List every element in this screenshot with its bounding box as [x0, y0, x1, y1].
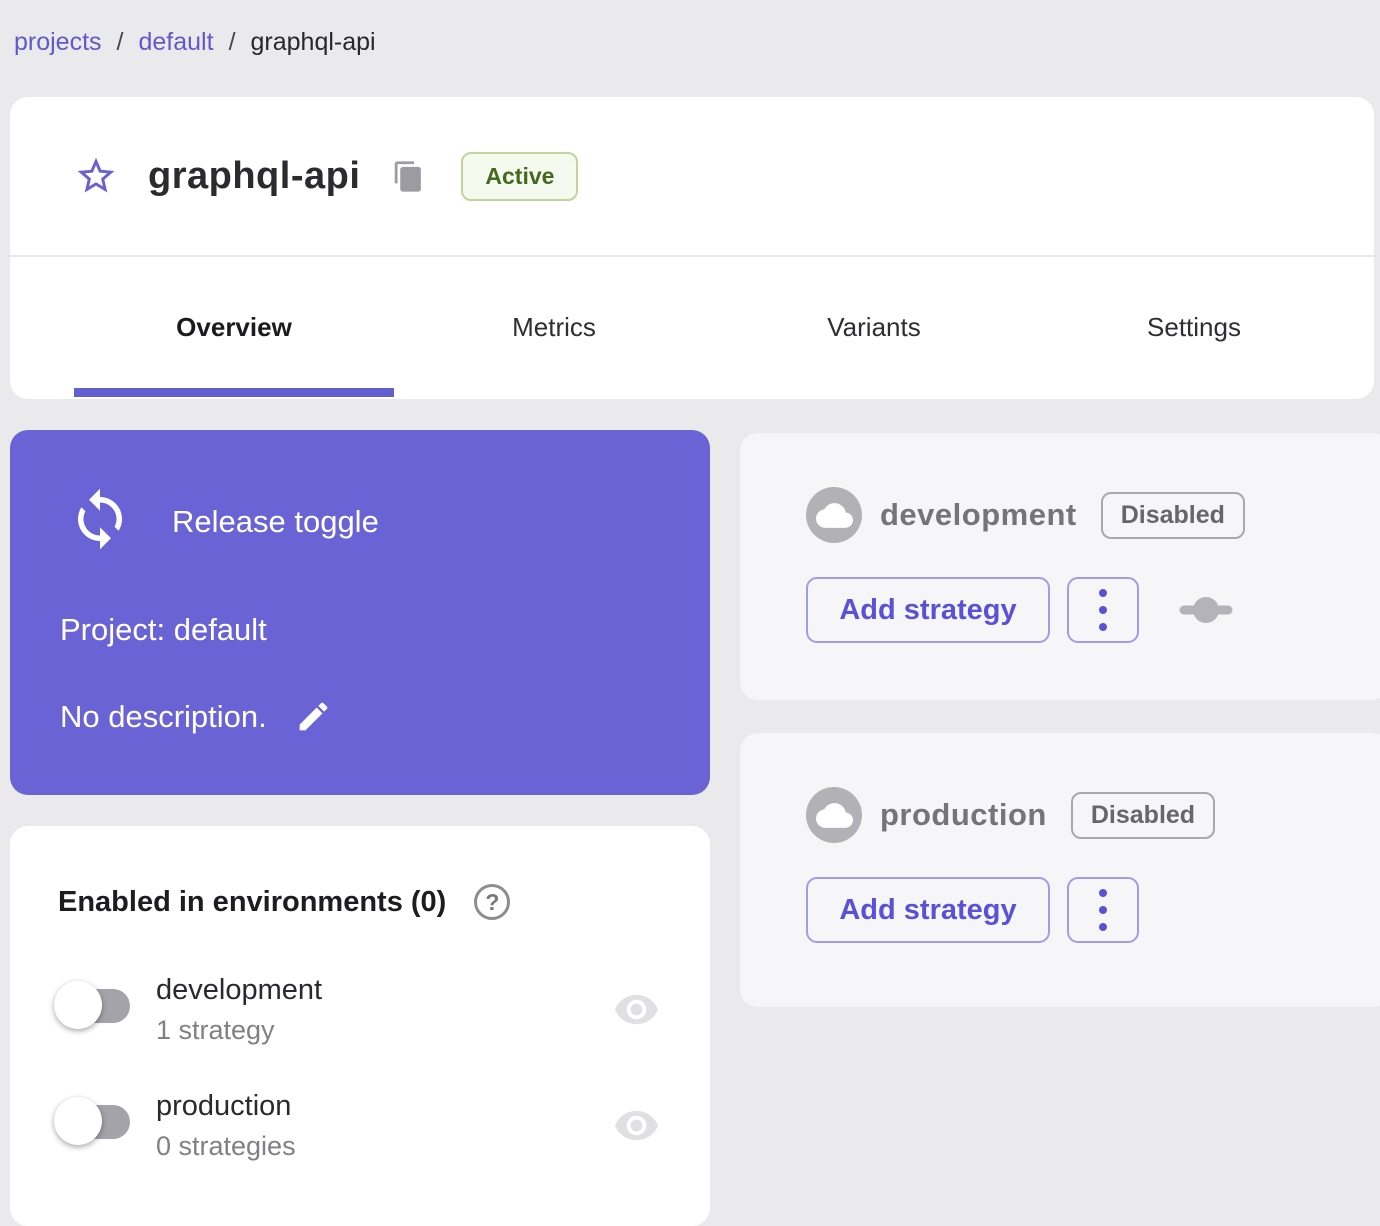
star-icon [74, 154, 118, 198]
active-tab-indicator [74, 388, 394, 397]
status-badge: Active [461, 151, 579, 201]
tab-settings[interactable]: Settings [1034, 257, 1354, 397]
environment-toggle-row-production: production 0 strategies [10, 1090, 710, 1162]
pencil-icon [295, 698, 332, 735]
add-strategy-button-development[interactable]: Add strategy [806, 577, 1050, 643]
page-title: graphql-api [148, 154, 361, 197]
question-mark-icon: ? [485, 888, 500, 915]
toggle-project-label: Project: default [60, 612, 267, 647]
environment-card-development: development Disabled Add strategy [740, 433, 1380, 700]
commit-icon [1179, 595, 1233, 625]
toggle-description: No description. [60, 698, 267, 734]
breadcrumb: projects / default / graphql-api [14, 28, 376, 57]
breadcrumb-current: graphql-api [250, 28, 376, 56]
environment-status-badge: Disabled [1100, 491, 1245, 539]
breadcrumb-default-link[interactable]: default [139, 28, 214, 57]
environment-status-badge: Disabled [1070, 791, 1216, 839]
copy-name-button[interactable] [392, 160, 425, 193]
environment-card-production: production Disabled Add strategy [740, 733, 1380, 1007]
breadcrumb-separator: / [228, 28, 236, 56]
feature-title-row: graphql-api Active [10, 97, 1374, 257]
tab-overview[interactable]: Overview [74, 257, 394, 397]
kebab-icon [1099, 889, 1107, 931]
favorite-button[interactable] [74, 154, 118, 198]
kebab-icon [1099, 589, 1107, 631]
environment-menu-button-production[interactable] [1067, 877, 1139, 943]
tab-bar: Overview Metrics Variants Settings [10, 257, 1374, 397]
environment-menu-button-development[interactable] [1067, 577, 1139, 643]
eye-icon [613, 986, 660, 1033]
row-strategy-count: 0 strategies [156, 1131, 296, 1161]
feature-header-card: graphql-api Active Overview Metrics Vari… [10, 97, 1374, 399]
add-strategy-button-production[interactable]: Add strategy [806, 877, 1050, 943]
breadcrumb-projects-link[interactable]: projects [14, 28, 102, 57]
row-strategy-count: 1 strategy [156, 1015, 275, 1045]
loop-icon [67, 486, 133, 557]
eye-icon [613, 1102, 660, 1149]
tab-metrics[interactable]: Metrics [394, 257, 714, 397]
cloud-icon [806, 787, 862, 843]
environment-name: development [880, 497, 1077, 532]
production-toggle-switch[interactable] [54, 1096, 132, 1146]
visibility-button-development[interactable] [613, 986, 660, 1033]
help-button[interactable]: ? [474, 884, 511, 920]
toggle-type-label: Release toggle [172, 504, 379, 539]
enabled-environments-panel: Enabled in environments (0) ? developmen… [10, 826, 710, 1226]
enabled-environments-title: Enabled in environments (0) [58, 885, 447, 918]
cloud-icon [806, 487, 862, 543]
environment-toggle-row-development: development 1 strategy [10, 974, 710, 1046]
copy-icon [392, 160, 425, 193]
environment-name: production [880, 797, 1047, 832]
breadcrumb-separator: / [116, 28, 124, 56]
edit-description-button[interactable] [295, 698, 332, 735]
tab-variants[interactable]: Variants [714, 257, 1034, 397]
development-toggle-switch[interactable] [54, 980, 132, 1030]
toggle-info-card: Release toggle Project: default No descr… [10, 430, 710, 795]
switch-thumb [54, 1097, 102, 1145]
row-environment-name: development [156, 974, 323, 1006]
row-environment-name: production [156, 1090, 292, 1122]
visibility-button-production[interactable] [613, 1102, 660, 1149]
switch-thumb [54, 981, 102, 1029]
